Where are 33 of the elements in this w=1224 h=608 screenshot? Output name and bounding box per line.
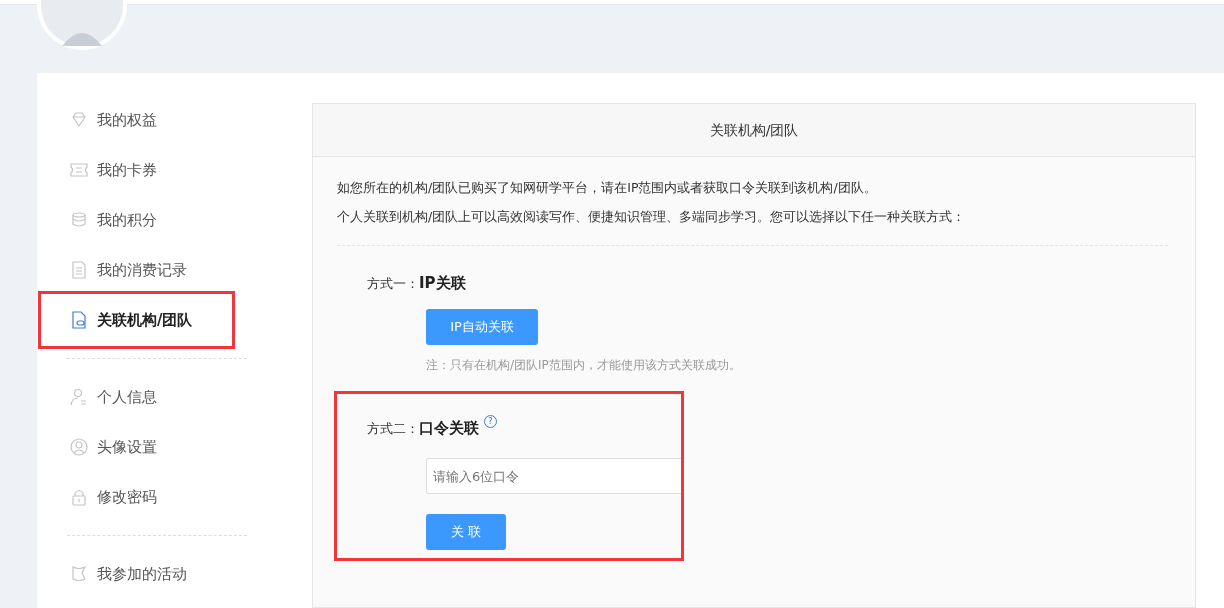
sidebar-label: 修改密码 [97,487,157,507]
method-name: IP关联 [419,274,466,293]
sidebar-item[interactable]: 我的权益 [37,95,232,145]
intro-paragraph: 如您所在的机构/团队已购买了知网研学平台，请在IP范围内或者获取口令关联到该机构/团队。 [337,179,878,196]
sidebar-label: 我的消费记录 [97,260,187,280]
sidebar-label: 关联机构/团队 [97,310,193,330]
person-icon [70,388,88,406]
sidebar-label: 我的权益 [97,110,157,130]
link-document-icon [70,311,88,329]
note-text: 注：只有在机构/团队IP范围内，才能使用该方式关联成功。 [426,357,742,374]
sidebar-label: 我参加的活动 [97,564,187,584]
sidebar-item[interactable]: 我的积分 [37,195,232,245]
sidebar-item[interactable]: 修改密码 [37,472,232,522]
sidebar-label: 我的卡券 [97,160,157,180]
method-name: 口令关联 [419,419,479,438]
sidebar-item[interactable]: 头像设置 [37,422,232,472]
code-input-field[interactable]: 请输入6位口令 [426,458,681,494]
sidebar-label: 个人信息 [97,387,157,407]
intro-paragraph: 个人关联到机构/团队上可以高效阅读写作、便捷知识管理、多端同步学习。您可以选择以下任一种关联方式： [337,208,967,225]
avatar-circle-icon [70,438,88,456]
sidebar-label: 头像设置 [97,437,157,457]
coins-icon [70,211,88,229]
flag-icon [70,565,88,583]
sidebar-item[interactable]: 我参加的活动 [37,549,232,599]
ticket-icon [70,161,88,179]
gem-icon [70,111,88,129]
sidebar-item[interactable]: 我的卡券 [37,145,232,195]
sidebar-label: 我的积分 [97,210,157,230]
padlock-icon [70,488,88,506]
method-label: 方式二： [367,419,419,438]
sidebar-item[interactable]: 个人信息 [37,372,232,422]
method-label: 方式一： [367,274,419,293]
document-icon [70,261,88,279]
